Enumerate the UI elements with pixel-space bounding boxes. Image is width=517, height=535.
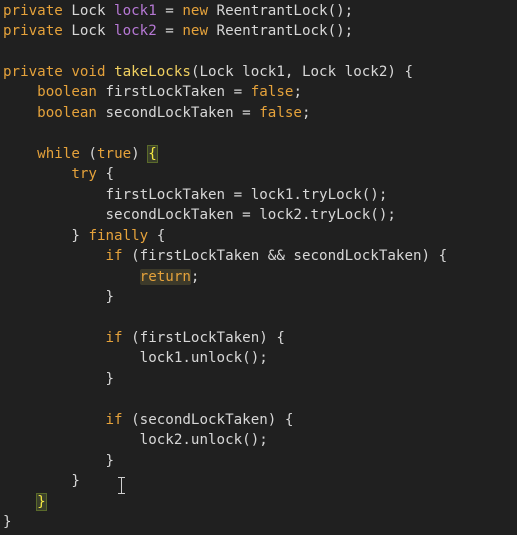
code-line-15: } (3, 287, 115, 307)
code-text: (Lock lock1, Lock lock2) { (190, 64, 414, 80)
code-line-6: boolean secondLockTaken = false; (3, 103, 311, 123)
field-name: lock1 (114, 3, 157, 19)
code-text: (firstLockTaken) { (122, 330, 285, 346)
keyword: true (96, 146, 132, 162)
code-line-2: private Lock lock2 = new ReentrantLock()… (3, 21, 353, 41)
code-line-22: lock2.unlock(); (3, 430, 268, 450)
code-text: { (96, 166, 115, 182)
keyword: finally (88, 228, 149, 244)
code-text: ReentrantLock(); (208, 23, 354, 39)
keyword: boolean (37, 84, 97, 100)
keyword: boolean (37, 105, 97, 121)
code-text: (secondLockTaken) { (122, 412, 294, 428)
keyword: new (182, 3, 209, 19)
code-text: { (148, 228, 166, 244)
code-text: ; (293, 84, 302, 100)
code-text: } (105, 371, 115, 387)
code-text: = (156, 3, 183, 19)
code-text: ; (301, 105, 311, 121)
code-line-17: if (firstLockTaken) { (3, 328, 285, 348)
code-text: } (71, 228, 89, 244)
code-line-13: if (firstLockTaken && secondLockTaken) { (3, 246, 448, 266)
code-line-4: private void takeLocks(Lock lock1, Lock … (3, 62, 413, 82)
code-text: lock1.unlock(); (139, 350, 268, 366)
matched-brace: { (147, 145, 158, 163)
code-text: ( (79, 146, 97, 162)
keyword: void (71, 64, 106, 80)
code-text: secondLockTaken = lock2.tryLock(); (105, 207, 396, 223)
code-line-9: try { (3, 164, 114, 184)
code-text: firstLockTaken = (96, 84, 251, 100)
code-text: ; (190, 269, 200, 285)
code-line-5: boolean firstLockTaken = false; (3, 82, 302, 102)
code-line-14: return; (3, 267, 199, 287)
code-line-25: } (3, 492, 47, 512)
code-text: = (156, 23, 183, 39)
code-text: firstLockTaken = lock1.tryLock(); (105, 187, 388, 203)
keyword: while (37, 146, 80, 162)
code-editor[interactable]: private Lock lock1 = new ReentrantLock()… (0, 0, 517, 535)
code-line-26: } (3, 512, 12, 532)
keyword: try (71, 166, 97, 182)
code-line-21: if (secondLockTaken) { (3, 410, 294, 430)
code-text: Lock (62, 3, 115, 19)
code-line-24: } (3, 471, 80, 491)
code-text: ) (131, 146, 149, 162)
code-line-10: firstLockTaken = lock1.tryLock(); (3, 185, 388, 205)
code-text: } (71, 473, 80, 489)
code-line-12: } finally { (3, 226, 165, 246)
keyword: private (3, 64, 63, 80)
keyword: private (3, 23, 63, 39)
method-name: takeLocks (114, 64, 191, 80)
code-line-8: while (true) { (3, 144, 158, 164)
code-line-11: secondLockTaken = lock2.tryLock(); (3, 205, 396, 225)
code-text: secondLockTaken = (96, 105, 260, 121)
keyword: if (105, 248, 123, 264)
code-line-23: } (3, 451, 115, 471)
field-name: lock2 (114, 23, 157, 39)
code-text: (firstLockTaken && secondLockTaken) { (122, 248, 448, 264)
keyword: if (105, 412, 123, 428)
code-line-18: lock1.unlock(); (3, 348, 268, 368)
keyword: if (105, 330, 123, 346)
keyword: false (259, 105, 302, 121)
code-line-19: } (3, 369, 115, 389)
text-cursor-icon (117, 475, 127, 497)
code-text: lock2.unlock(); (139, 432, 268, 448)
code-text: Lock (62, 23, 115, 39)
code-line-1: private Lock lock1 = new ReentrantLock()… (3, 1, 353, 21)
code-text: } (105, 453, 115, 469)
code-text: ReentrantLock(); (208, 3, 354, 19)
keyword: false (250, 84, 294, 100)
keyword-highlighted: return (139, 269, 191, 285)
keyword: private (3, 3, 63, 19)
matched-brace: } (36, 493, 47, 511)
code-text: } (105, 289, 115, 305)
code-text: } (3, 514, 12, 530)
keyword: new (182, 23, 209, 39)
